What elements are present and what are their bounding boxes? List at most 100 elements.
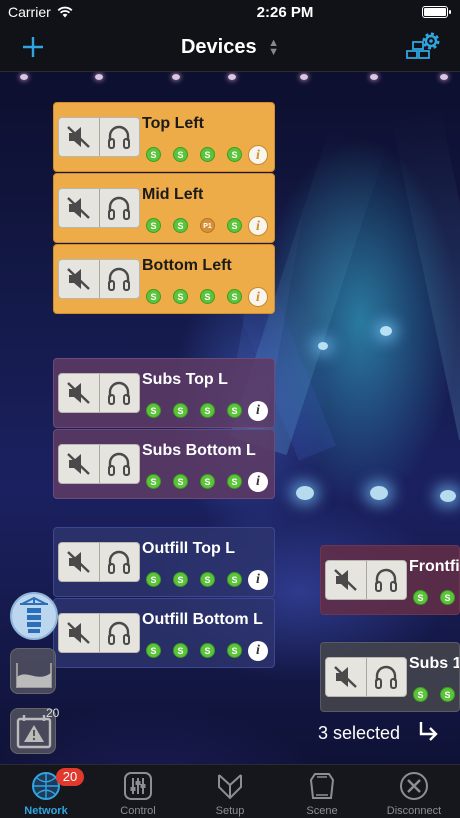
info-button[interactable]: i (248, 401, 268, 421)
setup-array-icon (218, 774, 242, 800)
status-badge: S (173, 289, 188, 304)
turn-right-arrow-icon (419, 722, 438, 741)
info-button[interactable]: i (248, 472, 268, 492)
device-name: Bottom Left (142, 257, 232, 274)
solo-headphones-button[interactable] (98, 118, 140, 156)
device-card[interactable]: Mid Left S S P1 S i (53, 173, 275, 243)
info-button[interactable]: i (248, 641, 268, 661)
tab-label: Control (120, 805, 156, 817)
status-badge: S (440, 687, 455, 702)
mute-button[interactable] (59, 543, 99, 581)
sort-arrows-icon: ▲ ▼ (268, 36, 280, 58)
network-count-badge: 20 (56, 768, 84, 786)
speaker-mute-icon (66, 268, 90, 290)
tab-label: Setup (215, 805, 245, 817)
device-card[interactable]: Outfill Bottom L S S S S i (53, 598, 275, 668)
tab-bar: 20 Network Control Setup Scene Disconnec… (0, 764, 460, 818)
page-title-text: Devices (180, 36, 257, 58)
solo-headphones-button[interactable] (98, 543, 140, 581)
device-card[interactable]: Subs 1 S S (320, 642, 460, 712)
headphones-icon (108, 125, 131, 149)
device-controls (58, 373, 140, 413)
status-badge: S (146, 289, 161, 304)
page-title[interactable]: Devices ▲ ▼ (0, 36, 460, 59)
device-name: Subs 1 (409, 655, 460, 672)
status-badge: S (146, 403, 161, 418)
status-badge: S (173, 474, 188, 489)
status-badge: S (200, 289, 215, 304)
speaker-mute-icon (333, 666, 357, 688)
speaker-mute-icon (66, 126, 90, 148)
navigation-bar: Devices ▲ ▼ (0, 24, 460, 72)
headphones-icon (108, 550, 131, 574)
speaker-mute-icon (333, 569, 357, 591)
status-badge: S (173, 147, 188, 162)
status-badges: S S S S (146, 403, 242, 418)
status-badge: S (146, 572, 161, 587)
mute-button[interactable] (59, 118, 99, 156)
tab-disconnect[interactable]: Disconnect (368, 765, 460, 818)
clock: 2:26 PM (256, 3, 314, 21)
headphones-icon (108, 452, 131, 476)
status-badge: S (413, 687, 428, 702)
solo-headphones-button[interactable] (98, 374, 140, 412)
mute-button[interactable] (326, 658, 366, 696)
mute-button[interactable] (59, 614, 99, 652)
device-name: Mid Left (142, 186, 204, 203)
info-button[interactable]: i (248, 287, 268, 307)
status-badge: S (200, 572, 215, 587)
speaker-mute-icon (66, 197, 90, 219)
solo-headphones-button[interactable] (98, 189, 140, 227)
headphones-icon (108, 621, 131, 645)
device-card[interactable]: Subs Bottom L S S S S i (53, 429, 275, 499)
tab-control[interactable]: Control (92, 765, 184, 818)
device-card[interactable]: Subs Top L S S S S i (53, 358, 275, 428)
status-badges: S S S S (146, 289, 242, 304)
status-badge: S (200, 643, 215, 658)
device-card[interactable]: Outfill Top L S S S S i (53, 527, 275, 597)
status-badges: S S (413, 590, 455, 605)
status-badge: S (200, 147, 215, 162)
solo-headphones-button[interactable] (98, 445, 140, 483)
info-button[interactable]: i (248, 570, 268, 590)
device-controls (58, 444, 140, 484)
device-controls (58, 188, 140, 228)
tab-network[interactable]: 20 Network (0, 765, 92, 818)
solo-headphones-button[interactable] (365, 658, 407, 696)
solo-headphones-button[interactable] (365, 561, 407, 599)
status-badge: S (200, 403, 215, 418)
network-settings-button[interactable] (406, 32, 440, 62)
headphones-icon (108, 381, 131, 405)
mute-button[interactable] (59, 374, 99, 412)
headphones-icon (108, 267, 131, 291)
solo-headphones-button[interactable] (98, 260, 140, 298)
coverage-wave-icon (16, 663, 52, 688)
status-badge: S (173, 218, 188, 233)
tab-label: Scene (306, 805, 338, 817)
device-name: Outfill Top L (142, 540, 236, 557)
mute-button[interactable] (59, 445, 99, 483)
mute-button[interactable] (59, 260, 99, 298)
array-view-button[interactable] (10, 592, 58, 640)
status-badge: S (227, 643, 242, 658)
tab-scene[interactable]: Scene (276, 765, 368, 818)
preset-badge: P1 (200, 218, 215, 233)
coverage-view-button[interactable] (10, 648, 56, 694)
device-card[interactable]: Frontfi S S (320, 545, 460, 615)
device-name: Top Left (142, 115, 204, 132)
mute-button[interactable] (59, 189, 99, 227)
device-controls (58, 542, 140, 582)
device-controls (325, 657, 407, 697)
device-card[interactable]: Top Left S S S S i (53, 102, 275, 172)
mute-button[interactable] (326, 561, 366, 599)
device-name: Subs Top L (142, 371, 228, 388)
status-badge: S (227, 474, 242, 489)
tab-setup[interactable]: Setup (184, 765, 276, 818)
info-button[interactable]: i (248, 216, 268, 236)
solo-headphones-button[interactable] (98, 614, 140, 652)
battery-icon (422, 6, 451, 18)
selection-action-button[interactable] (418, 720, 440, 744)
info-button[interactable]: i (248, 145, 268, 165)
device-card[interactable]: Bottom Left S S S S i (53, 244, 275, 314)
status-badge: S (227, 289, 242, 304)
